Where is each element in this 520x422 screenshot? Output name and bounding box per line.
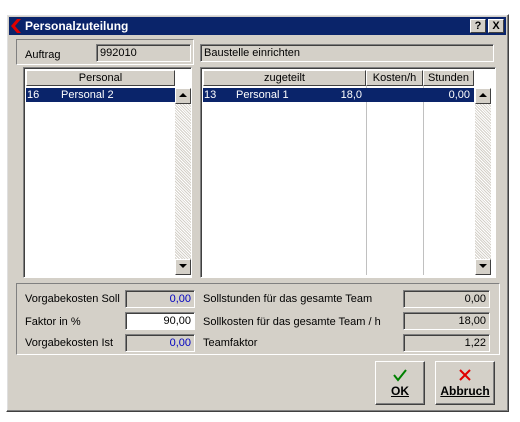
- faktor-input[interactable]: 90,00: [125, 312, 195, 330]
- personal-nr: 16: [27, 89, 40, 101]
- kosten-column-header[interactable]: Kosten/h: [366, 70, 423, 86]
- zugeteilt-column-header[interactable]: zugeteilt: [203, 70, 366, 86]
- vorgabekosten-soll-field: 0,00: [125, 290, 195, 308]
- auftrag-label: Auftrag: [25, 49, 61, 61]
- sollkosten-label: Sollkosten für das gesamte Team / h: [203, 316, 381, 328]
- vorgabekosten-ist-field: 0,00: [125, 334, 195, 352]
- assigned-scrollbar[interactable]: [475, 88, 491, 275]
- table-row[interactable]: 13 Personal 1 18,0 0,00: [203, 88, 474, 102]
- teamfaktor-field: 1,22: [403, 334, 490, 352]
- scroll-down-button[interactable]: [475, 259, 491, 275]
- scroll-up-button[interactable]: [475, 88, 491, 104]
- column-divider: [423, 86, 424, 275]
- checkmark-icon: [393, 369, 407, 382]
- table-row[interactable]: 16 Personal 2: [26, 88, 175, 102]
- arrow-down-icon: [179, 264, 187, 268]
- faktor-label: Faktor in %: [25, 316, 81, 328]
- vorgabekosten-soll-label: Vorgabekosten Soll: [25, 293, 120, 305]
- scroll-down-button[interactable]: [175, 259, 191, 275]
- personal-name: Personal 2: [61, 89, 114, 101]
- sollstunden-label: Sollstunden für das gesamte Team: [203, 293, 373, 305]
- sollkosten-field: 18,00: [403, 312, 490, 330]
- abbruch-button[interactable]: Abbruch: [435, 361, 495, 405]
- column-divider: [366, 86, 367, 275]
- ok-button[interactable]: OK: [375, 361, 425, 405]
- ok-label: OK: [391, 384, 409, 398]
- teamfaktor-label: Teamfaktor: [203, 337, 258, 349]
- sollstunden-field: 0,00: [403, 290, 490, 308]
- assigned-nr: 13: [204, 89, 217, 101]
- personal-column-header[interactable]: Personal: [26, 70, 175, 86]
- assigned-grid[interactable]: zugeteilt Kosten/h Stunden 13 Personal 1…: [200, 67, 496, 278]
- stunden-column-header[interactable]: Stunden: [423, 70, 474, 86]
- window-title: Personalzuteilung: [25, 19, 129, 33]
- close-button[interactable]: X: [488, 19, 504, 33]
- arrow-up-icon: [479, 93, 487, 97]
- scroll-up-button[interactable]: [175, 88, 191, 104]
- personal-grid[interactable]: Personal 16 Personal 2: [23, 67, 192, 278]
- help-button[interactable]: ?: [470, 19, 486, 33]
- auftrag-description-field: Baustelle einrichten: [200, 44, 494, 62]
- personalzuteilung-dialog: Personalzuteilung ? X Auftrag 992010 Bau…: [6, 14, 509, 412]
- auftrag-field: 992010: [96, 44, 191, 62]
- arrow-up-icon: [179, 93, 187, 97]
- title-bar: Personalzuteilung ? X: [9, 17, 506, 35]
- app-icon: [11, 19, 21, 33]
- personal-scrollbar[interactable]: [175, 88, 191, 275]
- arrow-down-icon: [479, 264, 487, 268]
- vorgabekosten-ist-label: Vorgabekosten Ist: [25, 337, 114, 349]
- cross-icon: [459, 369, 471, 381]
- abbruch-label: Abbruch: [440, 384, 490, 398]
- assigned-stunden: 0,00: [448, 89, 470, 101]
- assigned-name: Personal 1: [236, 89, 289, 101]
- assigned-kosten: 18,0: [340, 89, 362, 101]
